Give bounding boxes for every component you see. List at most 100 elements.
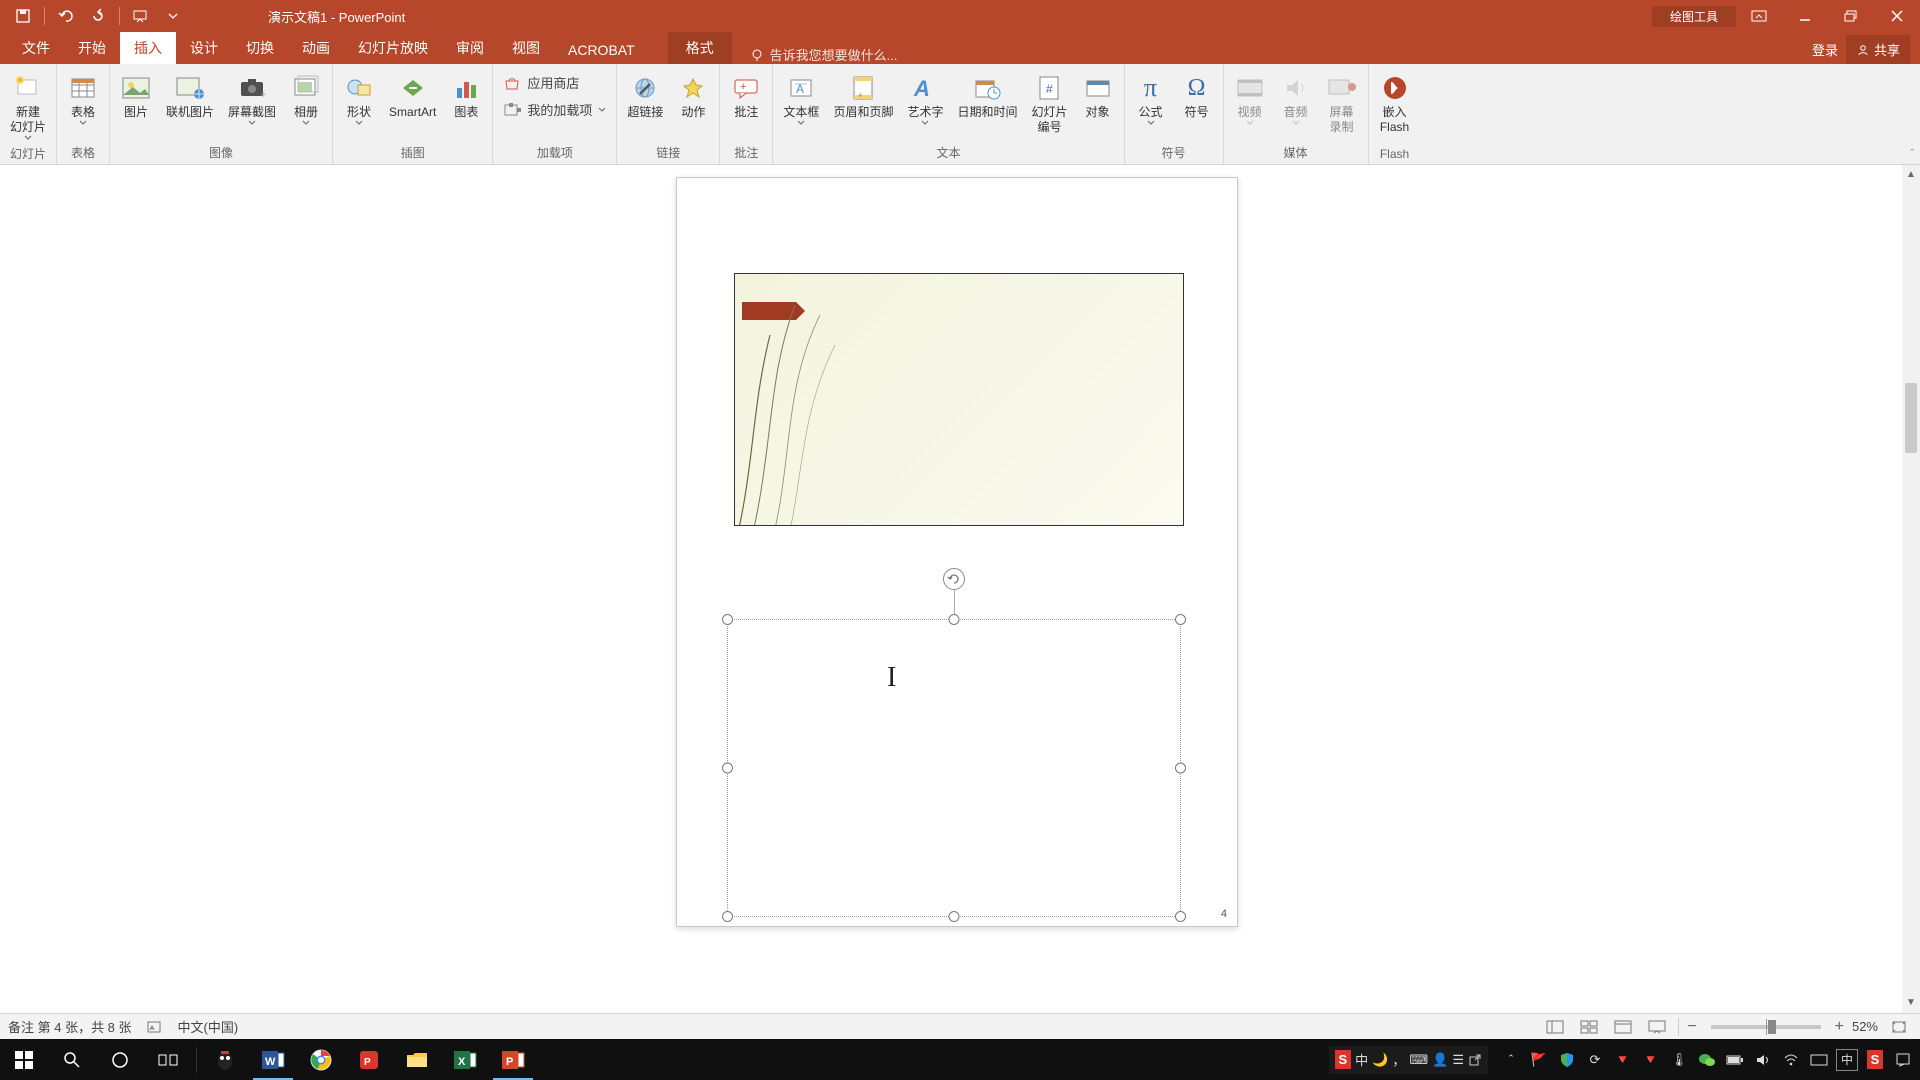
zoom-out-button[interactable]: − <box>1687 1018 1696 1036</box>
tab-design[interactable]: 设计 <box>176 32 232 64</box>
tray-app1-icon[interactable]: 🔻 <box>1612 1049 1634 1071</box>
taskbar-app-word[interactable]: W <box>249 1039 297 1080</box>
tab-review[interactable]: 审阅 <box>442 32 498 64</box>
close-button[interactable] <box>1874 0 1920 32</box>
zoom-level[interactable]: 52% <box>1852 1019 1878 1034</box>
search-button[interactable] <box>48 1039 96 1080</box>
shapes-button[interactable]: 形状 <box>337 70 381 128</box>
tab-insert[interactable]: 插入 <box>120 32 176 64</box>
redo-button[interactable] <box>83 2 113 30</box>
video-button[interactable]: 视频 <box>1228 70 1272 128</box>
screenshot-button[interactable]: + 屏幕截图 <box>222 70 282 128</box>
tray-sync-icon[interactable]: ⟳ <box>1584 1049 1606 1071</box>
scroll-up-button[interactable]: ▲ <box>1902 165 1920 183</box>
tab-file[interactable]: 文件 <box>8 32 64 64</box>
resize-handle-tr[interactable] <box>1175 614 1186 625</box>
language-indicator[interactable]: 中文(中国) <box>178 1017 239 1036</box>
comment-button[interactable]: + 批注 <box>724 70 768 122</box>
tray-overflow-button[interactable]: ˆ <box>1500 1049 1522 1071</box>
my-addins-button[interactable]: 我的加载项 <box>497 97 612 122</box>
resize-handle-mr[interactable] <box>1175 763 1186 774</box>
resize-handle-bl[interactable] <box>722 911 733 922</box>
tab-home[interactable]: 开始 <box>64 32 120 64</box>
tray-ime-indicator[interactable]: 中 <box>1836 1049 1858 1071</box>
qat-customize-button[interactable] <box>158 2 188 30</box>
object-button[interactable]: 对象 <box>1076 70 1120 122</box>
screen-recording-button[interactable]: 屏幕 录制 <box>1320 70 1364 137</box>
cortana-button[interactable] <box>96 1039 144 1080</box>
resize-handle-br[interactable] <box>1175 911 1186 922</box>
tray-flag-icon[interactable]: 🚩 <box>1528 1049 1550 1071</box>
reading-view-button[interactable] <box>1610 1017 1636 1037</box>
datetime-button[interactable]: 日期和时间 <box>951 70 1023 122</box>
embed-flash-button[interactable]: 嵌入 Flash <box>1373 70 1417 137</box>
undo-button[interactable] <box>51 2 81 30</box>
vertical-scrollbar[interactable]: ▲ ▼ ▴ ▾ <box>1902 165 1920 1043</box>
scroll-thumb[interactable] <box>1905 383 1917 453</box>
zoom-slider[interactable] <box>1711 1025 1821 1029</box>
tray-sogou-icon[interactable]: S <box>1864 1049 1886 1071</box>
tab-animations[interactable]: 动画 <box>288 32 344 64</box>
task-view-button[interactable] <box>144 1039 192 1080</box>
normal-view-button[interactable] <box>1542 1017 1568 1037</box>
tab-slideshow[interactable]: 幻灯片放映 <box>344 32 442 64</box>
textbox-button[interactable]: A 文本框 <box>777 70 825 128</box>
photo-album-button[interactable]: 相册 <box>284 70 328 128</box>
scroll-track[interactable] <box>1905 183 1917 993</box>
tray-app2-icon[interactable]: 🔻 <box>1640 1049 1662 1071</box>
tab-acrobat[interactable]: ACROBAT <box>554 36 649 64</box>
hyperlink-button[interactable]: 超链接 <box>621 70 669 122</box>
tell-me-search[interactable]: 告诉我您想要做什么... <box>750 45 898 64</box>
taskbar-app-chrome[interactable] <box>297 1039 345 1080</box>
picture-button[interactable]: 图片 <box>114 70 158 122</box>
login-link[interactable]: 登录 <box>1812 40 1838 59</box>
zoom-slider-thumb[interactable] <box>1768 1020 1776 1034</box>
taskbar-app-explorer[interactable] <box>393 1039 441 1080</box>
notes-textbox[interactable]: I <box>727 619 1181 917</box>
taskbar-app-pdf[interactable]: P <box>345 1039 393 1080</box>
online-picture-button[interactable]: 联机图片 <box>160 70 220 122</box>
tray-keyboard-icon[interactable] <box>1808 1049 1830 1071</box>
slide-thumbnail[interactable] <box>734 273 1184 526</box>
tray-wifi-icon[interactable] <box>1780 1049 1802 1071</box>
store-button[interactable]: 应用商店 <box>497 70 612 95</box>
tray-volume-icon[interactable] <box>1752 1049 1774 1071</box>
resize-handle-tl[interactable] <box>722 614 733 625</box>
resize-handle-ml[interactable] <box>722 763 733 774</box>
smartart-button[interactable]: SmartArt <box>383 70 442 122</box>
save-button[interactable] <box>8 2 38 30</box>
restore-button[interactable] <box>1828 0 1874 32</box>
tab-transitions[interactable]: 切换 <box>232 32 288 64</box>
table-button[interactable]: 表格 <box>61 70 105 128</box>
collapse-ribbon-button[interactable]: ˆ <box>1910 148 1914 160</box>
scroll-down-button[interactable]: ▼ <box>1902 993 1920 1011</box>
tray-temperature-icon[interactable]: 🌡 <box>1668 1049 1690 1071</box>
audio-button[interactable]: 音频 <box>1274 70 1318 128</box>
start-from-beginning-button[interactable] <box>126 2 156 30</box>
equation-button[interactable]: π 公式 <box>1129 70 1173 128</box>
wordart-button[interactable]: A 艺术字 <box>901 70 949 128</box>
spellcheck-icon[interactable] <box>146 1018 164 1036</box>
ime-toolbar[interactable]: S 中 🌙 ， ⌨ 👤 ☰ <box>1329 1046 1489 1074</box>
rotation-handle[interactable] <box>943 568 965 590</box>
symbol-button[interactable]: Ω 符号 <box>1175 70 1219 122</box>
minimize-button[interactable] <box>1782 0 1828 32</box>
tray-battery-icon[interactable] <box>1724 1049 1746 1071</box>
tray-security-icon[interactable] <box>1556 1049 1578 1071</box>
notifications-button[interactable] <box>1892 1049 1914 1071</box>
action-button[interactable]: 动作 <box>671 70 715 122</box>
fit-to-window-button[interactable] <box>1886 1017 1912 1037</box>
slide-sorter-view-button[interactable] <box>1576 1017 1602 1037</box>
start-button[interactable] <box>0 1039 48 1080</box>
tab-view[interactable]: 视图 <box>498 32 554 64</box>
slide-number-button[interactable]: # 幻灯片 编号 <box>1025 70 1073 137</box>
chart-button[interactable]: 图表 <box>444 70 488 122</box>
tray-wechat-icon[interactable] <box>1696 1049 1718 1071</box>
new-slide-button[interactable]: 新建 幻灯片 <box>4 70 52 143</box>
tab-format[interactable]: 格式 <box>668 32 732 64</box>
header-footer-button[interactable]: # 页眉和页脚 <box>827 70 899 122</box>
taskbar-app-powerpoint[interactable]: P <box>489 1039 537 1080</box>
share-button[interactable]: 共享 <box>1846 35 1910 64</box>
zoom-in-button[interactable]: + <box>1835 1018 1844 1036</box>
resize-handle-bm[interactable] <box>949 911 960 922</box>
